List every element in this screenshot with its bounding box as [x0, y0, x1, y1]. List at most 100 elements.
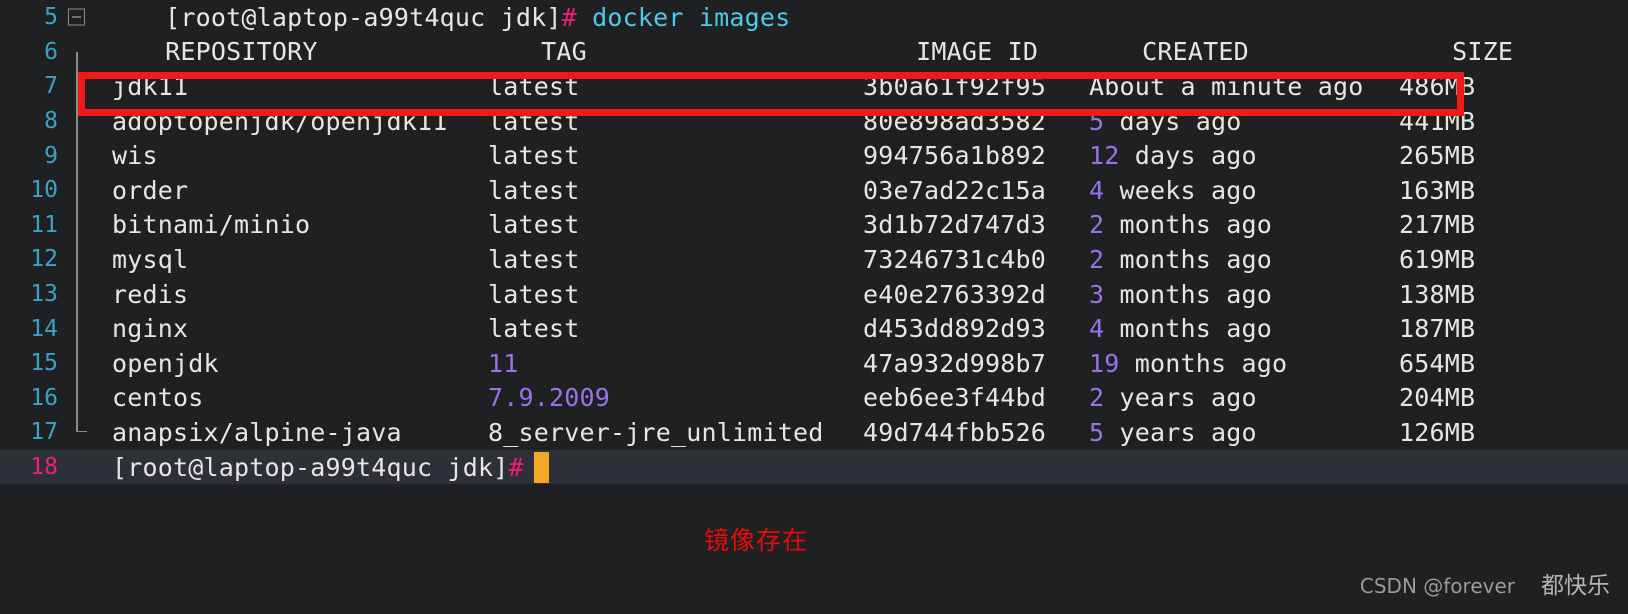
cell-created: 2 months ago: [1089, 245, 1399, 274]
docker-image-row: anapsix/alpine-java 8_server-jre_unlimite…: [90, 415, 1628, 450]
fold-guide-line: [76, 276, 78, 312]
cell-created-number: 4: [1089, 314, 1105, 344]
cell-repository: jdk11: [112, 71, 189, 101]
fold-column: [66, 276, 90, 312]
cell-created: 5 days ago: [1089, 107, 1399, 136]
cell-size: 204MB: [1399, 383, 1476, 413]
cell-repository: anapsix/alpine-java: [112, 417, 402, 447]
terminal-prompt-line[interactable]: [root@laptop-a99t4quc jdk] #: [90, 450, 1628, 485]
cell-image-id: 73246731c4b0: [863, 244, 1047, 274]
table-row: 9 wis latest 994756a1b892 12 days ago 265MB: [0, 138, 1628, 173]
fold-guide-line: [76, 138, 78, 173]
fold-column: [66, 450, 90, 485]
terminal-line-active-prompt[interactable]: 18 [root@laptop-a99t4quc jdk] #: [0, 449, 1628, 485]
fold-guide-line: [76, 103, 78, 139]
line-number-gutter-active: 18: [0, 450, 66, 485]
cell-repository: mysql: [112, 244, 189, 274]
cell-created: About a minute ago: [1089, 72, 1399, 101]
cell-size: 187MB: [1399, 314, 1476, 344]
screenshot-root: 5 [root@laptop-a99t4quc jdk] # docker ima…: [0, 0, 1628, 614]
fold-column: [66, 69, 90, 104]
line-number-gutter: 17: [0, 415, 66, 450]
terminal-line-command[interactable]: 5 [root@laptop-a99t4quc jdk] # docker ima…: [0, 0, 1628, 35]
line-number-gutter: 7: [0, 69, 66, 104]
line-number-gutter: 5: [0, 0, 66, 35]
cell-tag: 8_server-jre_unlimited: [488, 417, 824, 447]
fold-column: [66, 103, 90, 139]
fold-guide-line: [76, 69, 78, 104]
shell-prompt: [root@laptop-a99t4quc jdk]: [165, 2, 562, 32]
terminal-command-line: [root@laptop-a99t4quc jdk] # docker image…: [143, 0, 1628, 35]
cell-created-number: 4: [1089, 175, 1105, 205]
cell-created: 2 years ago: [1089, 383, 1399, 412]
docker-image-row: wis latest 994756a1b892 12 days ago 265MB: [90, 138, 1628, 173]
cell-created: 3 months ago: [1089, 280, 1399, 309]
line-number: 16: [30, 384, 58, 411]
cell-created-number: 19: [1089, 348, 1120, 378]
table-row: 13 redis latest e40e2763392d 3 months ago 138…: [0, 276, 1628, 312]
table-row: 8 adoptopenjdk/openjdk11 latest 80e898ad358…: [0, 103, 1628, 139]
cell-tag: latest: [488, 210, 580, 240]
cell-size: 486MB: [1399, 71, 1476, 101]
cell-tag: latest: [488, 71, 580, 101]
cell-image-id: d453dd892d93: [863, 314, 1047, 344]
cell-tag: 7.9.2009: [488, 383, 611, 413]
cell-size: 441MB: [1399, 106, 1476, 136]
fold-column[interactable]: [66, 0, 143, 35]
docker-image-row: redis latest e40e2763392d 3 months ago 138MB: [90, 277, 1628, 312]
cell-image-id: 3d1b72d747d3: [863, 210, 1047, 240]
cell-size: 619MB: [1399, 244, 1476, 274]
line-number-gutter: 12: [0, 242, 66, 277]
shell-command: docker images: [592, 2, 791, 32]
cell-created-text: months ago: [1104, 279, 1273, 309]
fold-column: [66, 242, 90, 277]
cell-created-text: months ago: [1104, 244, 1273, 274]
fold-guide-line: [76, 51, 78, 70]
cell-size: 265MB: [1399, 141, 1476, 171]
table-row: 17 anapsix/alpine-java 8_server-jre_unlimi…: [0, 415, 1628, 450]
line-number: 14: [30, 315, 58, 342]
line-number: 10: [30, 177, 58, 204]
watermark-suffix: 都快乐: [1541, 573, 1610, 599]
annotation-label: 镜像存在: [703, 526, 808, 555]
fold-guide-line: [76, 242, 78, 277]
cell-created-number: 2: [1089, 244, 1105, 274]
fold-column: [66, 345, 90, 381]
fold-guide-line: [76, 415, 85, 433]
line-number: 13: [30, 281, 58, 308]
cell-created-text: weeks ago: [1104, 175, 1257, 205]
cell-repository: adoptopenjdk/openjdk11: [112, 106, 448, 136]
shell-prompt: [root@laptop-a99t4quc jdk]: [112, 452, 509, 482]
cell-tag: latest: [488, 106, 580, 136]
fold-collapse-icon[interactable]: [68, 8, 85, 26]
table-row: 10 order latest 03e7ad22c15a 4 weeks ago 163M…: [0, 172, 1628, 208]
docker-images-row-list: 7 jdk11 latest 3b0a61f92f95 About a minute a…: [0, 69, 1628, 450]
cell-tag: latest: [488, 244, 580, 274]
prompt-symbol: #: [561, 2, 577, 32]
table-row: 12 mysql latest 73246731c4b0 2 months ago 619…: [0, 242, 1628, 277]
text-cursor: [533, 451, 549, 483]
cell-created-number: 2: [1089, 210, 1105, 240]
fold-guide-line: [76, 380, 78, 416]
fold-column: [66, 172, 90, 208]
docker-image-row: jdk11 latest 3b0a61f92f95 About a minute ag…: [90, 69, 1628, 104]
cell-image-id: 03e7ad22c15a: [863, 175, 1047, 205]
cell-size: 138MB: [1399, 279, 1476, 309]
terminal-output-pane[interactable]: 5 [root@laptop-a99t4quc jdk] # docker ima…: [0, 0, 1628, 493]
cell-repository: wis: [112, 141, 158, 171]
cell-image-id: e40e2763392d: [863, 279, 1047, 309]
terminal-line-header: 6 REPOSITORY TAG IMAGE ID CREATED SIZE: [0, 35, 1628, 70]
line-number-gutter: 14: [0, 311, 66, 346]
fold-column: [66, 207, 90, 243]
line-number: 12: [30, 246, 58, 273]
line-number-gutter: 11: [0, 208, 66, 243]
watermark-source: CSDN @forever: [1359, 574, 1515, 598]
line-number-gutter: 13: [0, 277, 66, 312]
fold-column: [66, 138, 90, 173]
docker-image-row: order latest 03e7ad22c15a 4 weeks ago 163MB: [90, 173, 1628, 208]
line-number-gutter: 8: [0, 104, 66, 139]
cell-created-text: months ago: [1104, 210, 1273, 240]
cell-size: 217MB: [1399, 210, 1476, 240]
cell-created-number: 5: [1089, 106, 1105, 136]
docker-image-row: adoptopenjdk/openjdk11 latest 80e898ad3582…: [90, 104, 1628, 139]
